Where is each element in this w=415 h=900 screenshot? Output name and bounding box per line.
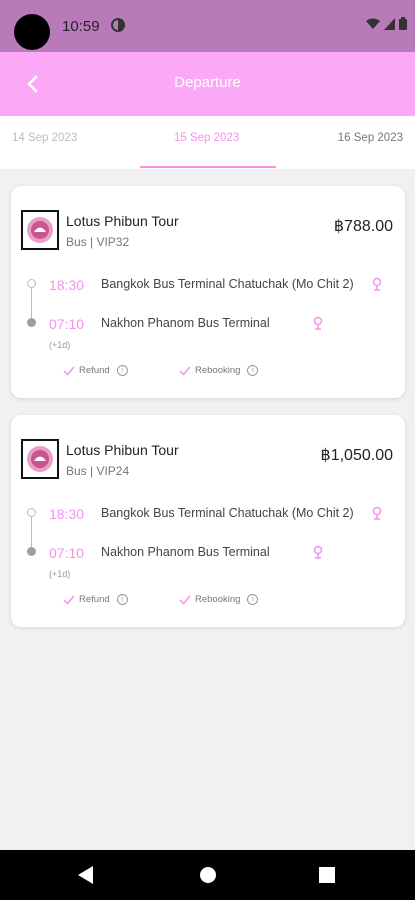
rebooking-label: Rebooking bbox=[195, 365, 241, 376]
bus-type: Bus | VIP24 bbox=[66, 464, 130, 478]
departure-station: Bangkok Bus Terminal Chatuchak (Mo Chit … bbox=[101, 506, 354, 520]
price: ฿1,050.00 bbox=[320, 447, 393, 464]
departure-time: 18:30 bbox=[49, 277, 85, 293]
location-pin-icon[interactable] bbox=[371, 277, 383, 291]
operator-name: Lotus Phibun Tour bbox=[66, 442, 179, 458]
departure-dot bbox=[27, 508, 36, 517]
refund-policy[interactable]: Refund i bbox=[63, 365, 128, 376]
battery-icon bbox=[399, 17, 407, 30]
app-bar: Departure bbox=[0, 52, 415, 116]
rebooking-policy[interactable]: Rebooking i bbox=[179, 365, 259, 376]
route-line bbox=[31, 285, 32, 322]
refund-label: Refund bbox=[79, 365, 110, 376]
trip-card[interactable]: Lotus Phibun Tour Bus | VIP32 ฿788.00 18… bbox=[11, 186, 405, 398]
day-offset: (+1d) bbox=[49, 569, 71, 579]
arrival-time: 07:10 bbox=[49, 545, 85, 561]
departure-station: Bangkok Bus Terminal Chatuchak (Mo Chit … bbox=[101, 277, 354, 291]
system-nav-bar bbox=[0, 850, 415, 900]
tab-date-selected[interactable]: 15 Sep 2023 bbox=[174, 132, 239, 144]
operator-logo bbox=[21, 210, 59, 250]
page-title: Departure bbox=[174, 74, 241, 91]
data-saver-icon bbox=[111, 18, 125, 32]
arrival-dot bbox=[27, 547, 36, 556]
system-icons bbox=[366, 17, 407, 30]
location-pin-icon[interactable] bbox=[312, 545, 324, 559]
check-icon bbox=[63, 366, 75, 376]
location-pin-icon[interactable] bbox=[312, 316, 324, 330]
refund-policy[interactable]: Refund i bbox=[63, 594, 128, 605]
wifi-icon bbox=[366, 18, 380, 29]
location-pin-icon[interactable] bbox=[371, 506, 383, 520]
rebooking-label: Rebooking bbox=[195, 594, 241, 605]
check-icon bbox=[63, 595, 75, 605]
date-tabs: 14 Sep 2023 15 Sep 2023 16 Sep 2023 bbox=[0, 116, 415, 169]
tab-date-next[interactable]: 16 Sep 2023 bbox=[338, 132, 403, 144]
nav-back-button[interactable] bbox=[78, 866, 93, 884]
nav-home-button[interactable] bbox=[200, 867, 216, 883]
day-offset: (+1d) bbox=[49, 340, 71, 350]
route-line bbox=[31, 514, 32, 551]
price: ฿788.00 bbox=[333, 218, 393, 235]
signal-icon bbox=[384, 17, 395, 30]
rebooking-policy[interactable]: Rebooking i bbox=[179, 594, 259, 605]
arrival-time: 07:10 bbox=[49, 316, 85, 332]
operator-name: Lotus Phibun Tour bbox=[66, 213, 179, 229]
tab-date-previous[interactable]: 14 Sep 2023 bbox=[12, 132, 77, 144]
tab-indicator bbox=[140, 166, 276, 168]
info-icon[interactable]: i bbox=[116, 365, 128, 376]
check-icon bbox=[179, 595, 191, 605]
camera-cutout bbox=[14, 14, 50, 50]
nav-recents-button[interactable] bbox=[319, 867, 335, 883]
bus-type: Bus | VIP32 bbox=[66, 235, 130, 249]
refund-label: Refund bbox=[79, 594, 110, 605]
info-icon[interactable]: i bbox=[247, 365, 259, 376]
info-icon[interactable]: i bbox=[247, 594, 259, 605]
info-icon[interactable]: i bbox=[116, 594, 128, 605]
departure-time: 18:30 bbox=[49, 506, 85, 522]
departure-dot bbox=[27, 279, 36, 288]
status-bar: 10:59 bbox=[0, 0, 415, 52]
status-time: 10:59 bbox=[62, 18, 100, 35]
arrival-dot bbox=[27, 318, 36, 327]
operator-logo bbox=[21, 439, 59, 479]
trip-card[interactable]: Lotus Phibun Tour Bus | VIP24 ฿1,050.00 … bbox=[11, 415, 405, 627]
check-icon bbox=[179, 366, 191, 376]
